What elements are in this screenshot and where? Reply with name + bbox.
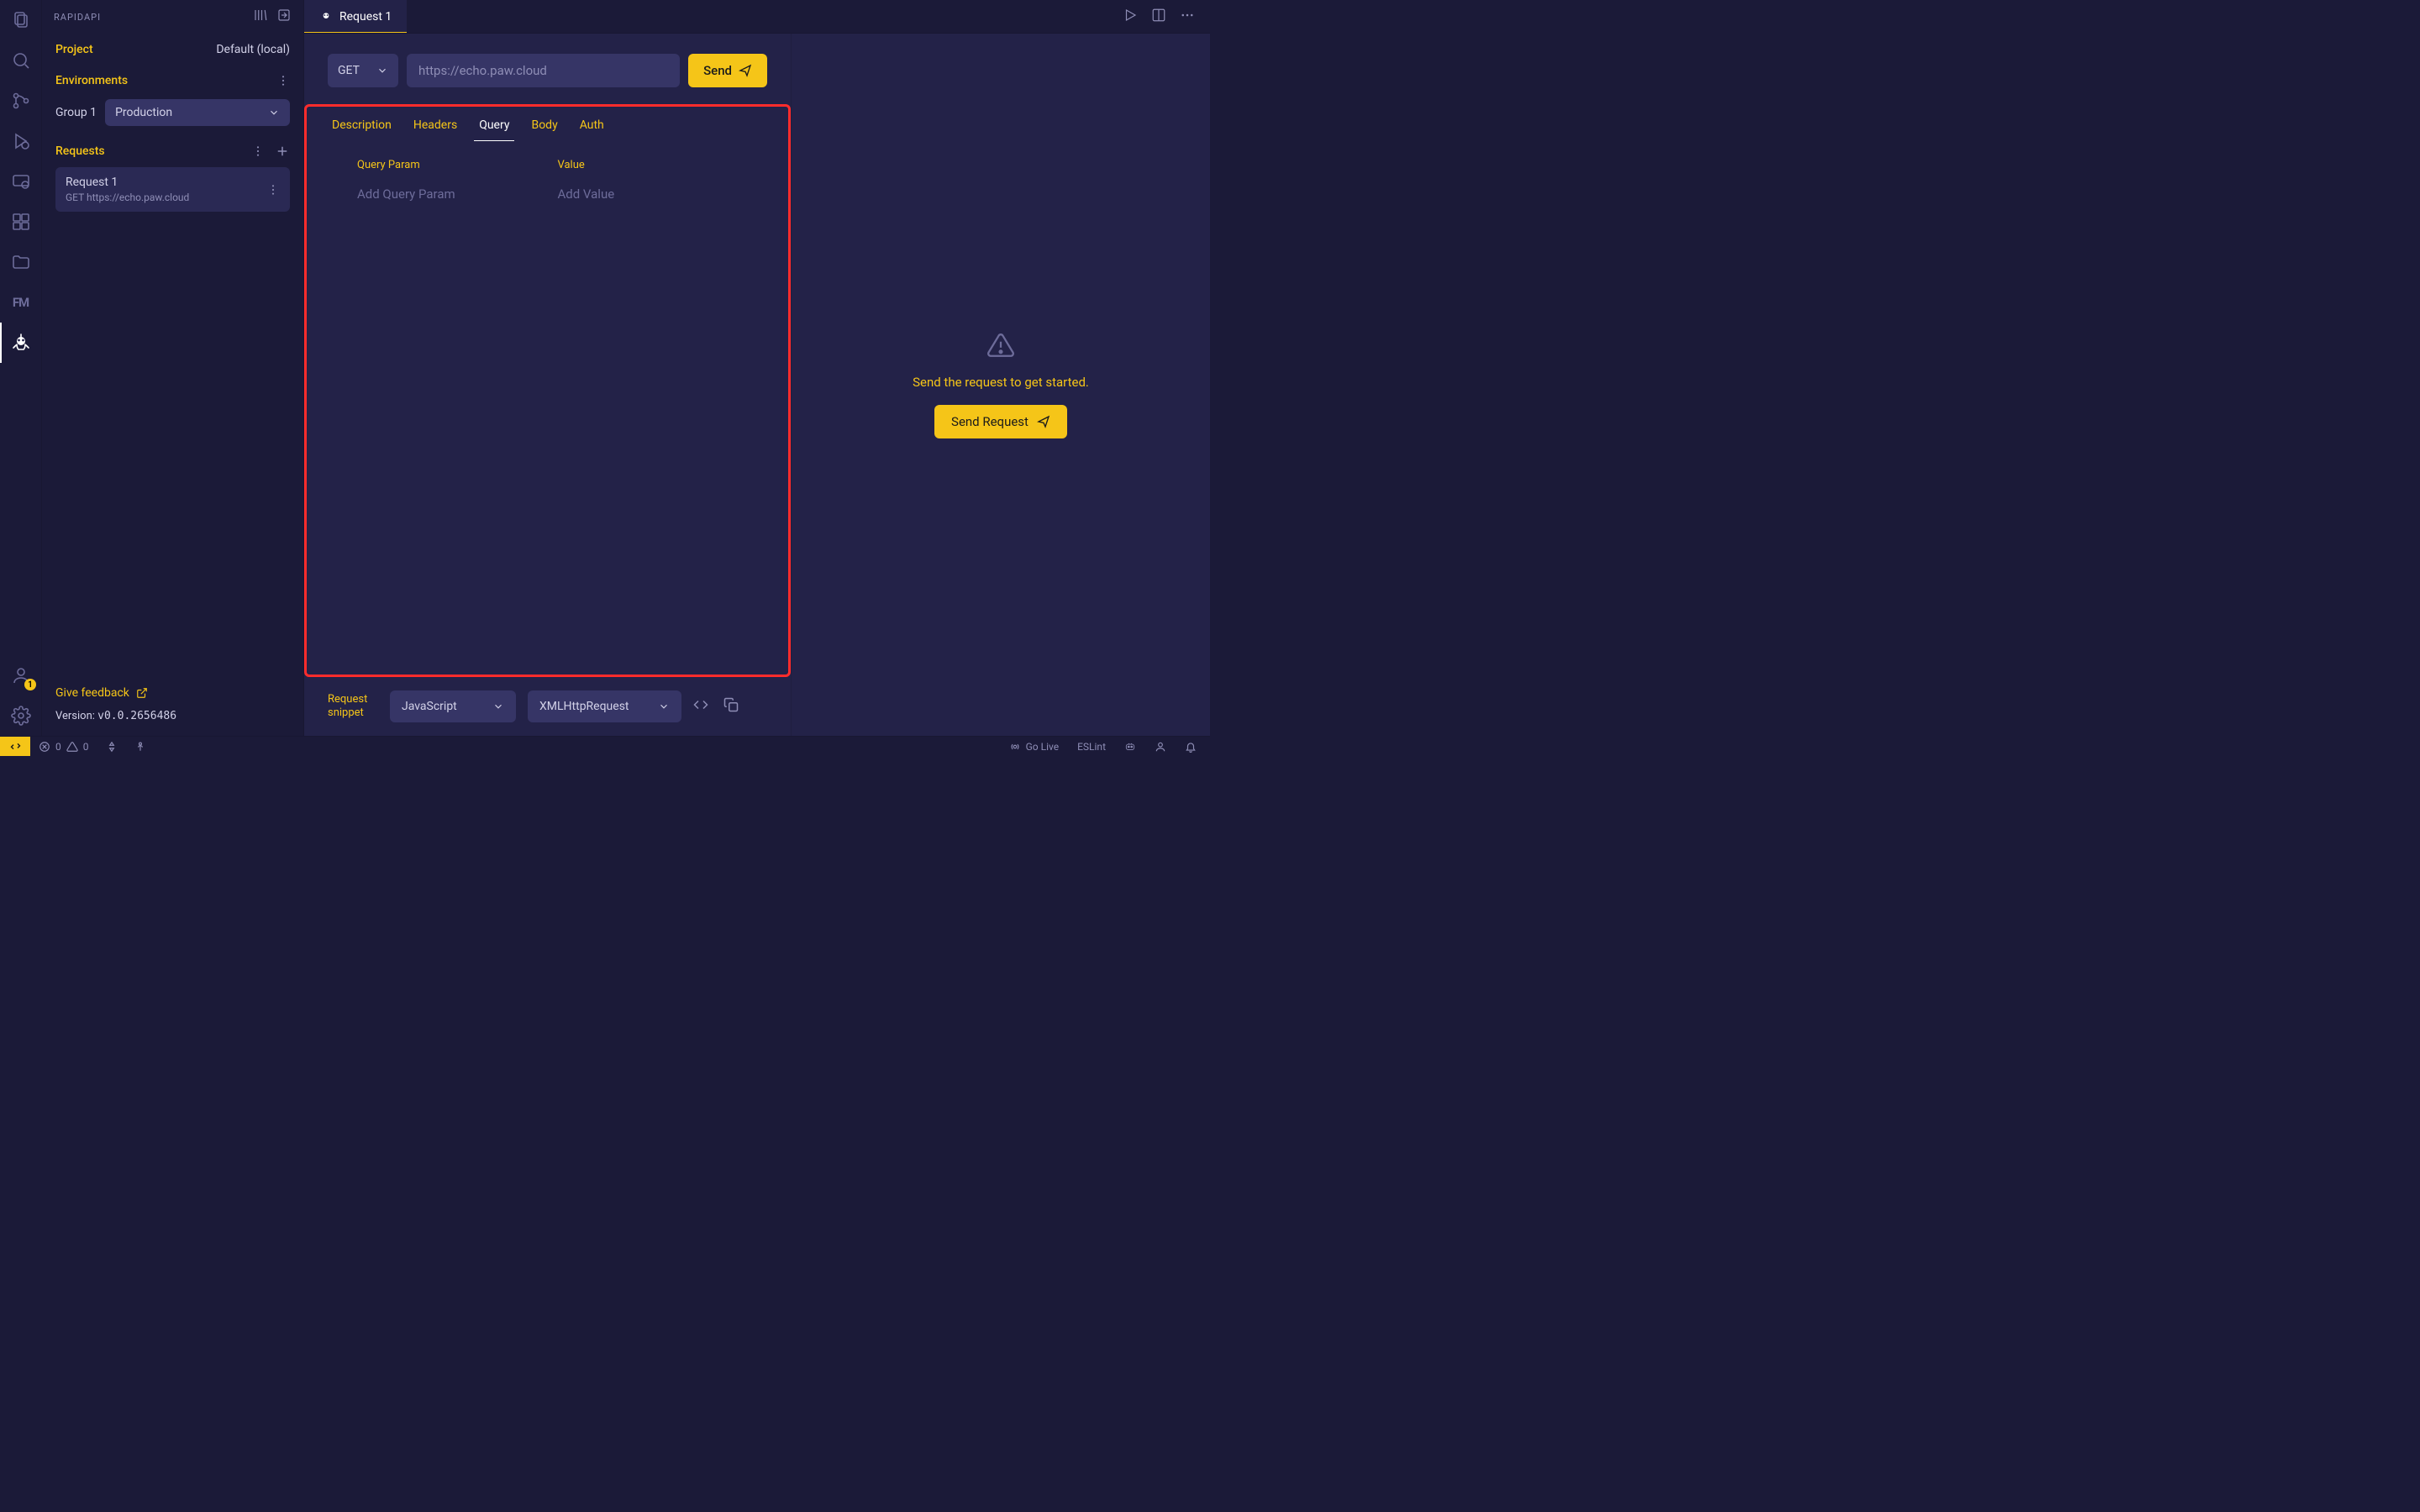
tab-description[interactable]: Description: [332, 118, 392, 140]
request-item[interactable]: Request 1 GET https://echo.paw.cloud: [55, 167, 290, 212]
tab-auth[interactable]: Auth: [580, 118, 604, 140]
figma-icon[interactable]: FM: [0, 282, 41, 323]
query-value-input[interactable]: Add Value: [558, 186, 739, 202]
side-panel-footer: Give feedback Version: v0.0.2656486: [42, 675, 303, 736]
chevron-down-icon: [492, 701, 504, 712]
environments-label: Environments: [55, 74, 128, 87]
feedback-label: Give feedback: [55, 686, 129, 700]
add-request-icon[interactable]: [275, 144, 290, 159]
warning-icon: [986, 331, 1015, 360]
activity-top-group: FM: [0, 0, 41, 363]
project-value[interactable]: Default (local): [216, 43, 290, 56]
side-panel: RAPIDAPI Project Default (local) Environ…: [42, 0, 304, 736]
tab-query[interactable]: Query: [479, 118, 509, 140]
activity-bar: FM 1: [0, 0, 42, 736]
chevron-down-icon: [268, 107, 280, 118]
remote-explorer-icon[interactable]: [0, 161, 41, 202]
send-icon: [739, 64, 752, 77]
run-debug-icon[interactable]: [0, 121, 41, 161]
status-problems[interactable]: 0 0: [30, 737, 97, 756]
give-feedback-link[interactable]: Give feedback: [55, 686, 290, 700]
status-ports[interactable]: [97, 737, 126, 756]
side-panel-title: RAPIDAPI: [54, 12, 101, 23]
request-snippet-bar: Requestsnippet JavaScript XMLHttpRequest: [304, 677, 791, 736]
tab-body[interactable]: Body: [531, 118, 557, 140]
highlighted-region: Description Headers Query Body Auth Quer…: [304, 104, 791, 677]
editor-tab-label: Request 1: [339, 10, 392, 24]
send-button[interactable]: Send: [688, 54, 767, 87]
external-link-icon: [136, 687, 148, 699]
library-icon[interactable]: [253, 8, 268, 26]
request-pane: GET Send Description Headers: [304, 34, 792, 736]
accounts-badge: 1: [24, 679, 36, 690]
requests-more-icon[interactable]: [251, 144, 265, 158]
export-icon[interactable]: [276, 8, 292, 26]
status-warning-count: 0: [83, 741, 89, 753]
split-editor-icon[interactable]: [1151, 8, 1166, 26]
query-column-value-header: Value: [558, 159, 739, 171]
status-feedback-icon[interactable]: [1151, 741, 1170, 753]
query-params-grid: Query Param Value Add Query Param Add Va…: [307, 140, 788, 220]
send-request-button[interactable]: Send Request: [934, 405, 1067, 438]
project-label: Project: [55, 43, 93, 56]
response-empty-message: Send the request to get started.: [913, 375, 1089, 390]
chevron-down-icon: [376, 65, 388, 76]
snippet-label: Requestsnippet: [328, 693, 378, 719]
run-icon[interactable]: [1123, 8, 1138, 26]
environments-section: Environments Group 1 Production: [42, 65, 303, 134]
settings-gear-icon[interactable]: [0, 696, 41, 736]
request-item-name: Request 1: [66, 176, 189, 189]
side-panel-header: RAPIDAPI: [42, 0, 303, 34]
explorer-icon[interactable]: [0, 0, 41, 40]
requests-label: Requests: [55, 144, 105, 158]
requests-section: Requests Request 1 GET https://echo.paw.…: [42, 134, 303, 220]
version-text: Version: v0.0.2656486: [55, 710, 290, 722]
more-actions-icon[interactable]: [1180, 8, 1195, 26]
status-bar: 0 0 Go Live ESLint: [0, 736, 1210, 756]
octopus-icon: [319, 10, 333, 24]
snippet-language-dropdown[interactable]: JavaScript: [390, 690, 516, 722]
editor-tab-request-1[interactable]: Request 1: [304, 0, 407, 33]
request-item-subtitle: GET https://echo.paw.cloud: [66, 192, 189, 203]
http-method-dropdown[interactable]: GET: [328, 54, 398, 87]
activity-bottom-group: 1: [0, 655, 41, 736]
status-bell-icon[interactable]: [1181, 741, 1200, 753]
remote-indicator[interactable]: [0, 737, 30, 756]
code-icon[interactable]: [693, 697, 708, 716]
environments-more-icon[interactable]: [276, 74, 290, 87]
environment-dropdown[interactable]: Production: [105, 99, 290, 126]
query-param-input[interactable]: Add Query Param: [357, 186, 538, 202]
rapidapi-icon[interactable]: [0, 323, 41, 363]
status-error-count: 0: [55, 741, 61, 753]
accounts-icon[interactable]: 1: [0, 655, 41, 696]
http-method-value: GET: [338, 64, 360, 77]
status-live-share[interactable]: [126, 737, 155, 756]
snippet-client-dropdown[interactable]: XMLHttpRequest: [528, 690, 681, 722]
status-go-live[interactable]: Go Live: [1006, 741, 1062, 753]
status-eslint[interactable]: ESLint: [1074, 741, 1109, 753]
editor-tabstrip: Request 1: [304, 0, 1210, 34]
folder-icon[interactable]: [0, 242, 41, 282]
env-group-label: Group 1: [55, 106, 97, 119]
send-icon: [1037, 415, 1050, 428]
extensions-icon[interactable]: [0, 202, 41, 242]
request-inner-tabs: Description Headers Query Body Auth: [307, 107, 788, 140]
project-section: Project Default (local): [42, 34, 303, 65]
environment-value: Production: [115, 106, 172, 119]
url-input[interactable]: [407, 54, 680, 87]
source-control-icon[interactable]: [0, 81, 41, 121]
request-item-more-icon[interactable]: [266, 183, 280, 197]
status-copilot-icon[interactable]: [1121, 741, 1139, 753]
copy-icon[interactable]: [723, 697, 739, 716]
request-url-bar: GET Send: [304, 34, 791, 104]
tab-headers[interactable]: Headers: [413, 118, 457, 140]
search-icon[interactable]: [0, 40, 41, 81]
response-pane: Send the request to get started. Send Re…: [792, 34, 1210, 736]
chevron-down-icon: [658, 701, 670, 712]
query-column-param-header: Query Param: [357, 159, 538, 171]
